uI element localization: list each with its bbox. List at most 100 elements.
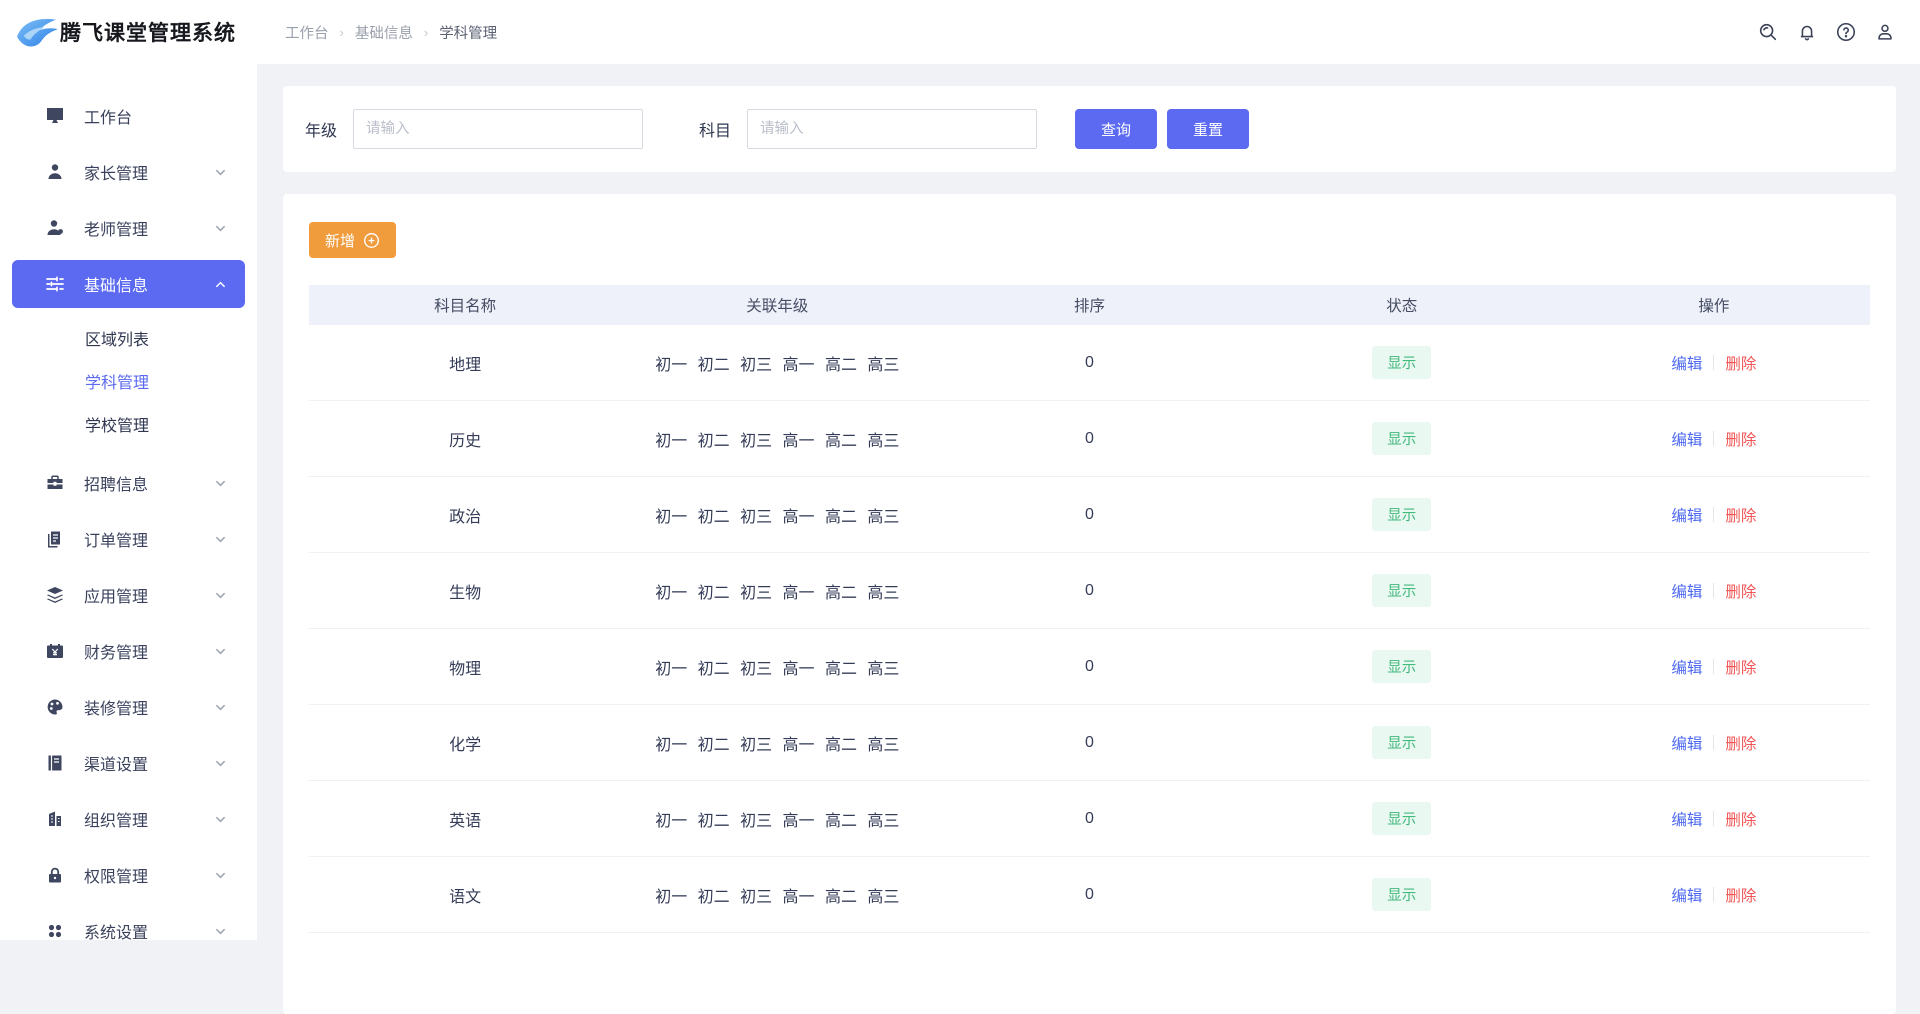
delete-link[interactable]: 删除 — [1725, 504, 1756, 526]
column-header: 状态 — [1246, 294, 1558, 316]
status-badge: 显示 — [1372, 498, 1431, 531]
sidebar-subitem[interactable]: 学科管理 — [0, 359, 257, 402]
add-button[interactable]: 新增 — [309, 222, 396, 258]
delete-link[interactable]: 删除 — [1725, 884, 1756, 906]
edit-link[interactable]: 编辑 — [1671, 352, 1702, 374]
table-row: 英语 初一 初二 初三 高一 高二 高三 0 显示 编辑 删除 — [309, 781, 1870, 857]
edit-link[interactable]: 编辑 — [1671, 580, 1702, 602]
breadcrumb-separator: › — [424, 25, 428, 40]
cell-grades: 初一 初二 初三 高一 高二 高三 — [621, 655, 933, 679]
action-divider — [1713, 507, 1714, 522]
sidebar-item-label: 权限管理 — [84, 863, 148, 887]
sidebar-item-label: 订单管理 — [84, 527, 148, 551]
main-content: 年级 科目 查询 重置 新增 科目名称关联年级排序状态操作 地理 初一 初二 初… — [257, 64, 1920, 940]
sidebar-item-parents[interactable]: 家长管理 — [12, 148, 245, 196]
breadcrumb-separator: › — [340, 25, 344, 40]
delete-link[interactable]: 删除 — [1725, 352, 1756, 374]
bell-icon[interactable] — [1796, 21, 1818, 43]
column-header: 排序 — [933, 294, 1245, 316]
delete-link[interactable]: 删除 — [1725, 732, 1756, 754]
cell-actions: 编辑 删除 — [1558, 504, 1870, 526]
cell-sort: 0 — [933, 810, 1245, 828]
subject-label: 科目 — [699, 117, 731, 141]
sidebar-item-decoration[interactable]: 装修管理 — [12, 683, 245, 731]
chevron-down-icon — [214, 701, 227, 714]
parent-icon — [45, 162, 65, 182]
status-badge: 显示 — [1372, 878, 1431, 911]
table-row: 生物 初一 初二 初三 高一 高二 高三 0 显示 编辑 删除 — [309, 553, 1870, 629]
help-icon[interactable] — [1835, 21, 1857, 43]
sidebar-item-channels[interactable]: 渠道设置 — [12, 739, 245, 787]
sidebar-item-applications[interactable]: 应用管理 — [12, 571, 245, 619]
search-icon[interactable] — [1757, 21, 1779, 43]
cell-actions: 编辑 删除 — [1558, 732, 1870, 754]
sidebar-item-teachers[interactable]: 老师管理 — [12, 204, 245, 252]
edit-link[interactable]: 编辑 — [1671, 884, 1702, 906]
cell-actions: 编辑 删除 — [1558, 580, 1870, 602]
reset-button[interactable]: 重置 — [1167, 109, 1249, 149]
sidebar-item-organization[interactable]: 组织管理 — [12, 795, 245, 843]
table-card: 新增 科目名称关联年级排序状态操作 地理 初一 初二 初三 高一 高二 高三 0… — [283, 194, 1896, 1014]
breadcrumb-item[interactable]: 基础信息 — [355, 22, 413, 43]
chevron-up-icon — [214, 278, 227, 291]
cell-status: 显示 — [1246, 802, 1558, 835]
sidebar-subitem[interactable]: 区域列表 — [0, 316, 257, 359]
document-icon — [45, 529, 65, 549]
sidebar-item-finance[interactable]: 财务管理 — [12, 627, 245, 675]
column-header: 关联年级 — [621, 294, 933, 316]
sidebar-item-permissions[interactable]: 权限管理 — [12, 851, 245, 899]
sidebar-item-label: 系统设置 — [84, 919, 148, 940]
table-row: 政治 初一 初二 初三 高一 高二 高三 0 显示 编辑 删除 — [309, 477, 1870, 553]
grade-label: 年级 — [305, 117, 337, 141]
chevron-down-icon — [214, 813, 227, 826]
action-divider — [1713, 659, 1714, 674]
delete-link[interactable]: 删除 — [1725, 428, 1756, 450]
cell-sort: 0 — [933, 506, 1245, 524]
delete-link[interactable]: 删除 — [1725, 580, 1756, 602]
dashboard-icon — [45, 106, 65, 126]
table-row: 语文 初一 初二 初三 高一 高二 高三 0 显示 编辑 删除 — [309, 857, 1870, 933]
table-row: 地理 初一 初二 初三 高一 高二 高三 0 显示 编辑 删除 — [309, 325, 1870, 401]
edit-link[interactable]: 编辑 — [1671, 428, 1702, 450]
cell-status: 显示 — [1246, 574, 1558, 607]
user-icon[interactable] — [1874, 21, 1896, 43]
edit-link[interactable]: 编辑 — [1671, 504, 1702, 526]
sidebar-subitem[interactable]: 学校管理 — [0, 402, 257, 445]
cell-sort: 0 — [933, 734, 1245, 752]
table-row: 历史 初一 初二 初三 高一 高二 高三 0 显示 编辑 删除 — [309, 401, 1870, 477]
sidebar-item-recruitment[interactable]: 招聘信息 — [12, 459, 245, 507]
sidebar-item-label: 渠道设置 — [84, 751, 148, 775]
grid-icon — [45, 921, 65, 940]
table-header-row: 科目名称关联年级排序状态操作 — [309, 285, 1870, 325]
palette-icon — [45, 697, 65, 717]
action-divider — [1713, 431, 1714, 446]
status-badge: 显示 — [1372, 650, 1431, 683]
sidebar-item-basic-info[interactable]: 基础信息 — [12, 260, 245, 308]
grade-input[interactable] — [353, 109, 643, 149]
breadcrumb-item[interactable]: 工作台 — [285, 22, 329, 43]
cell-grades: 初一 初二 初三 高一 高二 高三 — [621, 883, 933, 907]
sidebar-item-system[interactable]: 系统设置 — [12, 907, 245, 940]
cell-status: 显示 — [1246, 498, 1558, 531]
cell-actions: 编辑 删除 — [1558, 428, 1870, 450]
subject-input[interactable] — [747, 109, 1037, 149]
sidebar: 工作台 家长管理 老师管理 基础信息 区域列表学科管理学校管理 招聘信息 订单管… — [0, 64, 257, 940]
subjects-table: 科目名称关联年级排序状态操作 地理 初一 初二 初三 高一 高二 高三 0 显示… — [309, 285, 1870, 933]
edit-link[interactable]: 编辑 — [1671, 808, 1702, 830]
sidebar-item-label: 家长管理 — [84, 160, 148, 184]
chevron-down-icon — [214, 533, 227, 546]
chevron-down-icon — [214, 166, 227, 179]
edit-link[interactable]: 编辑 — [1671, 656, 1702, 678]
edit-link[interactable]: 编辑 — [1671, 732, 1702, 754]
money-icon — [45, 641, 65, 661]
sidebar-item-workbench[interactable]: 工作台 — [12, 92, 245, 140]
journal-icon — [45, 753, 65, 773]
status-badge: 显示 — [1372, 422, 1431, 455]
delete-link[interactable]: 删除 — [1725, 808, 1756, 830]
breadcrumb: 工作台›基础信息›学科管理 — [285, 22, 497, 43]
search-button[interactable]: 查询 — [1075, 109, 1157, 149]
cell-sort: 0 — [933, 886, 1245, 904]
cell-status: 显示 — [1246, 422, 1558, 455]
sidebar-item-orders[interactable]: 订单管理 — [12, 515, 245, 563]
delete-link[interactable]: 删除 — [1725, 656, 1756, 678]
